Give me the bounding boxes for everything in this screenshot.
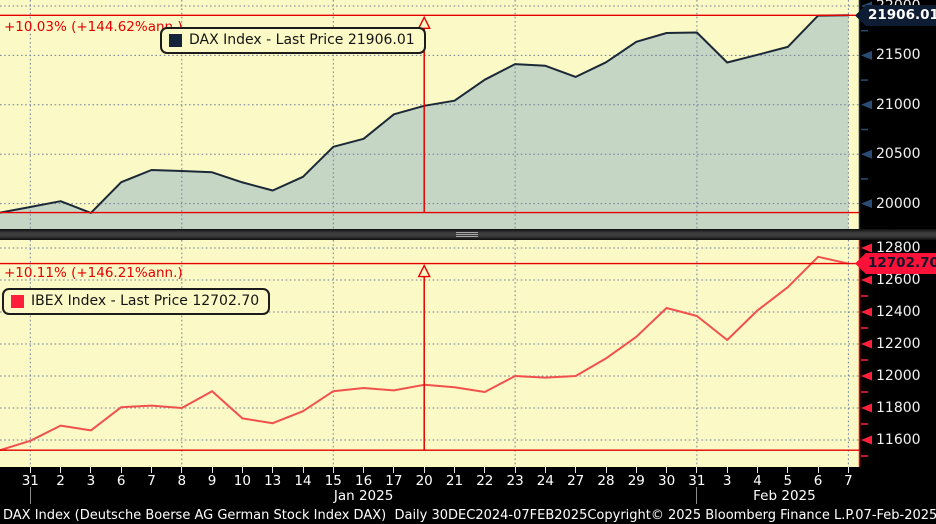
dax-last-price-tag: 21906.01 [855, 5, 936, 26]
y-axis-label: 12600 [876, 272, 921, 288]
x-axis-label: 21 [445, 473, 464, 489]
panel-divider [0, 229, 936, 240]
bloomberg-chart-window: +10.03% (+144.62%ann.) DAX Index - Last … [0, 0, 936, 524]
panel-resize-handle-icon[interactable] [456, 232, 478, 237]
x-axis-label: 15 [324, 473, 342, 489]
x-axis-label: 17 [385, 473, 403, 489]
x-axis-label: 20 [415, 473, 433, 489]
dax-panel: +10.03% (+144.62%ann.) DAX Index - Last … [0, 0, 936, 229]
x-axis-label: 14 [294, 473, 312, 489]
x-axis-label: 29 [627, 473, 645, 489]
x-axis-label: 9 [207, 473, 217, 489]
ibex-panel: +10.11% (+146.21%ann.) IBEX Index - Last… [0, 240, 936, 467]
x-axis-label: 3 [86, 473, 96, 489]
x-axis-label: 8 [177, 473, 187, 489]
x-axis-label: 27 [567, 473, 585, 489]
x-axis-label: 24 [536, 473, 554, 489]
status-copyright: Copyright© 2025 Bloomberg Finance L.P. [587, 508, 856, 523]
dax-legend[interactable]: DAX Index - Last Price 21906.01 [160, 27, 426, 54]
status-bar: DAX Index (Deutsche Boerse AG German Sto… [0, 507, 936, 524]
x-axis-label: 3 [722, 473, 732, 489]
y-axis-label: 21500 [876, 47, 921, 64]
x-axis-label: 7 [844, 473, 853, 489]
x-axis-label: 5 [783, 473, 793, 489]
y-axis-label: 11800 [876, 400, 921, 416]
y-axis-label: 20000 [876, 195, 921, 212]
month-separator [29, 487, 31, 504]
ibex-change-annotation: +10.11% (+146.21%ann.) [4, 265, 183, 281]
month-separator [696, 487, 698, 504]
dax-change-annotation: +10.03% (+144.62%ann.) [4, 19, 183, 35]
x-axis: 31 2 3 6 7 8 9 10 13 14 15 16 17 20 21 22 23 24 27 28 29 30 31… [0, 467, 936, 507]
x-axis-label: 2 [56, 473, 65, 489]
y-axis-label: 12200 [876, 336, 921, 352]
y-axis-label: 20500 [876, 146, 921, 163]
y-axis-label: 12000 [876, 368, 921, 384]
month-range-label: Jan 2025 [333, 488, 394, 504]
x-axis-label: 22 [476, 473, 494, 489]
status-security-info: DAX Index (Deutsche Boerse AG German Sto… [3, 508, 588, 523]
ibex-series-swatch-icon [11, 294, 24, 308]
dax-series-swatch-icon [169, 33, 182, 47]
x-axis-label: 6 [813, 473, 823, 489]
y-axis-label: 21000 [876, 96, 921, 113]
dax-legend-label: DAX Index - Last Price 21906.01 [189, 32, 415, 48]
x-axis-label: 10 [233, 473, 251, 489]
x-axis-label: 28 [597, 473, 615, 489]
ibex-legend[interactable]: IBEX Index - Last Price 12702.70 [2, 288, 271, 315]
month-range-label: Feb 2025 [753, 488, 816, 504]
x-axis-label: 16 [355, 473, 373, 489]
x-axis-label: 13 [264, 473, 282, 489]
y-axis-label: 11600 [876, 432, 921, 448]
x-axis-label: 23 [506, 473, 524, 489]
x-axis-label: 4 [753, 473, 762, 489]
status-timestamp: 07-Feb-2025 13:36:51 [855, 508, 936, 523]
x-axis-label: 6 [116, 473, 126, 489]
ibex-legend-label: IBEX Index - Last Price 12702.70 [31, 293, 260, 309]
x-axis-label: 30 [658, 473, 676, 489]
y-axis-label: 12400 [876, 304, 921, 320]
ibex-last-price-tag: 12702.70 [855, 253, 936, 274]
x-axis-label: 7 [147, 473, 156, 489]
